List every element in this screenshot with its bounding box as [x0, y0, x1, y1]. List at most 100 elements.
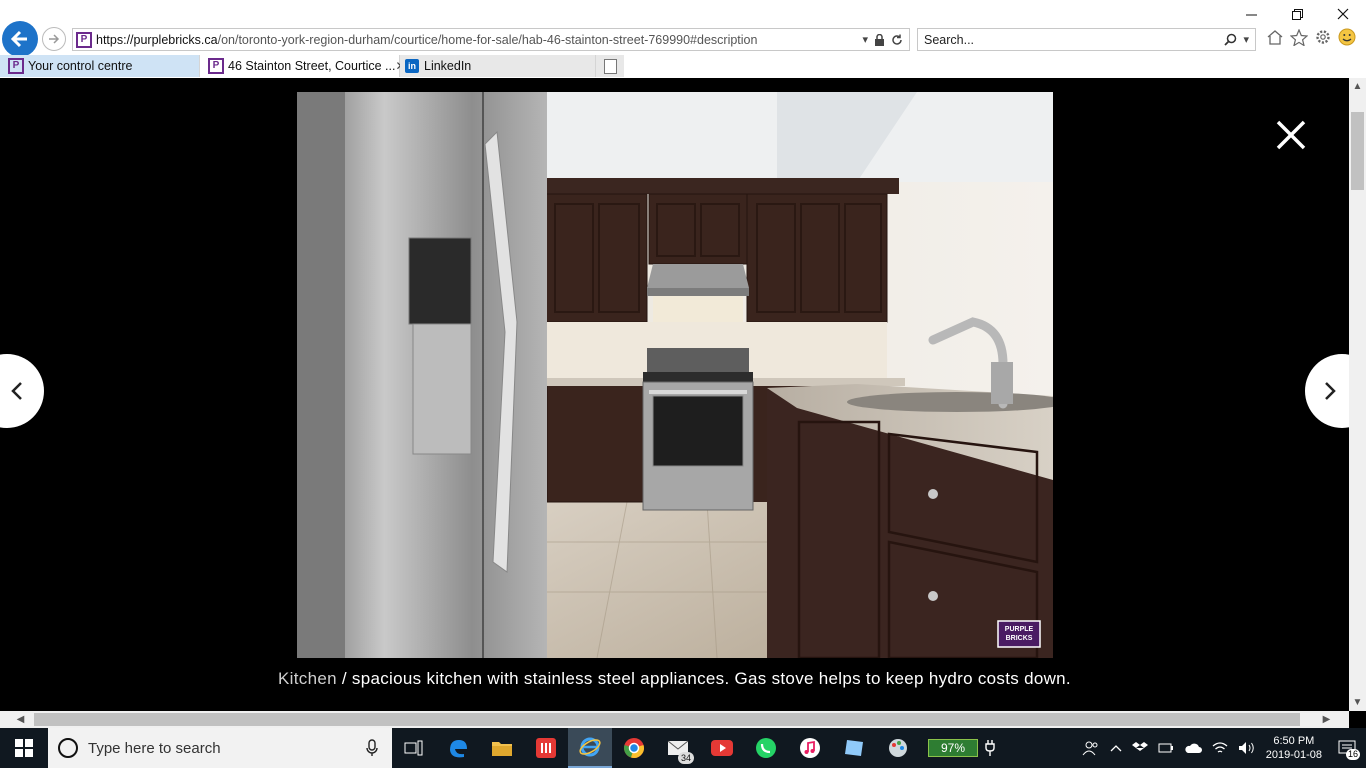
lock-icon[interactable]: [874, 33, 885, 46]
internet-explorer-icon: [579, 737, 601, 757]
red-app[interactable]: [524, 728, 568, 768]
minimize-button[interactable]: [1228, 0, 1274, 28]
action-center-button[interactable]: 16: [1332, 728, 1362, 768]
search-input[interactable]: Search...: [924, 33, 1224, 47]
tab-strip: P Your control centre P 46 Stainton Stre…: [0, 55, 624, 77]
taskbar-search-input[interactable]: Type here to search: [88, 740, 221, 757]
minimize-icon: [1245, 14, 1257, 15]
star-icon[interactable]: [1290, 28, 1308, 46]
close-window-button[interactable]: [1320, 0, 1366, 28]
close-icon: [1276, 120, 1306, 150]
vertical-scrollbar[interactable]: ▲ ▼: [1349, 78, 1366, 711]
wifi-icon[interactable]: [1212, 741, 1228, 755]
edge-app[interactable]: [436, 728, 480, 768]
smiley-feedback-icon[interactable]: [1338, 28, 1356, 46]
battery-indicator[interactable]: 97%: [928, 739, 978, 757]
horizontal-scrollbar[interactable]: ◀ ▶: [0, 711, 1349, 728]
youtube-icon: [711, 740, 733, 756]
chevron-right-icon: [1325, 382, 1336, 400]
previous-photo-button[interactable]: [0, 354, 44, 428]
photo-caption: Kitchen / spacious kitchen with stainles…: [0, 669, 1349, 689]
arrow-right-icon: [49, 34, 60, 44]
sticky-notes-icon: [845, 740, 863, 756]
search-box[interactable]: Search... ▾: [917, 28, 1256, 51]
scroll-down-arrow[interactable]: ▼: [1349, 694, 1366, 711]
back-button[interactable]: [2, 21, 38, 57]
internet-explorer-app[interactable]: [568, 728, 612, 768]
palette-icon: [889, 739, 907, 757]
chrome-app[interactable]: [612, 728, 656, 768]
linkedin-icon: in: [405, 59, 419, 73]
lightbox-overlay: PURPLE BRICKS Kitchen / spacious kitchen…: [0, 78, 1366, 711]
taskbar-search[interactable]: Type here to search: [48, 728, 392, 768]
restore-button[interactable]: [1274, 0, 1320, 28]
tab-label: 46 Stainton Street, Courtice ...: [228, 59, 396, 73]
dropbox-icon[interactable]: [1131, 741, 1148, 755]
windows-taskbar: Type here to search 34 97% 6:50 PM 2019-…: [0, 728, 1366, 768]
people-icon[interactable]: [1082, 739, 1100, 757]
search-icon[interactable]: [1224, 33, 1237, 46]
home-icon[interactable]: [1266, 28, 1284, 46]
clock-time: 6:50 PM: [1273, 735, 1315, 747]
url-text[interactable]: https://purplebricks.ca/on/toronto-york-…: [96, 33, 862, 47]
chevron-down-icon[interactable]: ▾: [1243, 33, 1249, 46]
address-bar[interactable]: P https://purplebricks.ca/on/toronto-yor…: [72, 28, 910, 51]
horizontal-scroll-thumb[interactable]: [34, 713, 1300, 726]
caption-room: Kitchen: [278, 669, 337, 688]
task-view-button[interactable]: [392, 728, 436, 768]
paint-app[interactable]: [876, 728, 920, 768]
system-tray: 6:50 PM 2019-01-08 16: [1082, 728, 1366, 768]
itunes-app[interactable]: [788, 728, 832, 768]
arrow-left-icon: [10, 30, 27, 48]
task-view-icon: [404, 740, 423, 756]
close-lightbox-button[interactable]: [1274, 118, 1308, 152]
clock[interactable]: 6:50 PM 2019-01-08: [1266, 734, 1322, 762]
chevron-down-icon[interactable]: ▾: [862, 33, 868, 46]
new-tab-icon: [603, 58, 617, 74]
music-note-icon: [800, 738, 820, 758]
notes-app[interactable]: [832, 728, 876, 768]
volume-icon[interactable]: [1238, 741, 1256, 755]
scroll-right-arrow[interactable]: ▶: [1318, 711, 1335, 728]
gear-icon[interactable]: [1314, 28, 1332, 46]
tab-control-centre[interactable]: P Your control centre: [0, 55, 200, 77]
mail-app[interactable]: 34: [656, 728, 700, 768]
close-icon: [1337, 8, 1349, 20]
file-explorer-app[interactable]: [480, 728, 524, 768]
mail-badge: 34: [677, 752, 694, 764]
toolbar-icons: [1266, 28, 1356, 46]
listing-photo: PURPLE BRICKS: [297, 92, 1053, 658]
microphone-icon[interactable]: [366, 739, 378, 757]
chrome-icon: [624, 738, 644, 758]
app-grid-icon: [536, 738, 556, 758]
purplebricks-favicon: P: [208, 58, 224, 74]
vertical-scroll-thumb[interactable]: [1351, 112, 1364, 190]
window-controls: [1228, 0, 1366, 28]
caption-description: / spacious kitchen with stainless steel …: [336, 669, 1071, 688]
youtube-app[interactable]: [700, 728, 744, 768]
onedrive-icon[interactable]: [1184, 742, 1202, 754]
purplebricks-favicon: P: [76, 31, 92, 48]
forward-button[interactable]: [42, 27, 66, 51]
cortana-icon: [58, 738, 78, 758]
scroll-left-arrow[interactable]: ◀: [12, 711, 29, 728]
watermark-line: PURPLE: [1004, 626, 1034, 633]
tab-label: LinkedIn: [424, 59, 472, 73]
battery-tray-icon[interactable]: [1158, 741, 1174, 755]
whatsapp-app[interactable]: [744, 728, 788, 768]
tab-linkedin[interactable]: in LinkedIn: [400, 55, 596, 77]
windows-logo-icon: [15, 739, 33, 757]
chevron-up-icon[interactable]: [1110, 743, 1122, 753]
notification-count: 16: [1345, 749, 1360, 760]
refresh-icon[interactable]: [891, 34, 903, 46]
whatsapp-icon: [756, 738, 776, 758]
tab-listing[interactable]: P 46 Stainton Street, Courtice ... ✕: [200, 55, 406, 77]
plug-icon: [985, 740, 995, 756]
edge-icon: [450, 740, 467, 758]
purplebricks-watermark: PURPLE BRICKS: [998, 625, 1040, 643]
taskbar-apps: 34: [392, 728, 920, 768]
start-button[interactable]: [0, 728, 48, 768]
scroll-up-arrow[interactable]: ▲: [1349, 78, 1366, 95]
tab-label: Your control centre: [28, 59, 133, 73]
new-tab-button[interactable]: [596, 55, 624, 77]
